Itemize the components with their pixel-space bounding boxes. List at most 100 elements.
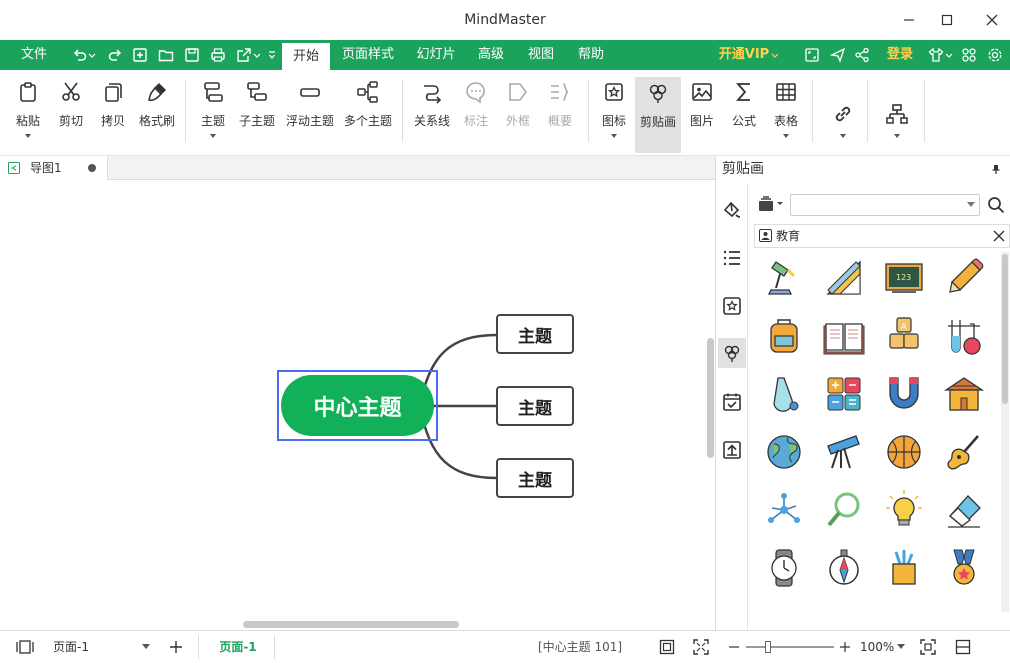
settings-icon[interactable]	[987, 47, 1003, 63]
clipart-bottle[interactable]	[762, 372, 806, 416]
shirt-icon[interactable]	[928, 47, 944, 63]
zoom-slider-thumb[interactable]	[765, 641, 771, 653]
clipart-school[interactable]	[942, 372, 986, 416]
panel-toggle-icon[interactable]	[955, 639, 971, 655]
clipart-blackboard[interactable]: 123	[882, 256, 926, 300]
undo-icon[interactable]	[72, 47, 88, 63]
theme-paint-icon[interactable]	[722, 200, 742, 220]
upload-icon[interactable]	[722, 440, 742, 460]
tab-view[interactable]: 视图	[520, 40, 562, 70]
clipart-magnet[interactable]	[882, 372, 926, 416]
clipart-medal[interactable]	[942, 546, 986, 590]
list-icon[interactable]	[722, 248, 742, 268]
callout-button[interactable]: 标注	[458, 76, 494, 152]
search-icon[interactable]	[987, 196, 1005, 214]
clipart-basketball[interactable]	[882, 430, 926, 474]
clipart-pencil[interactable]	[942, 256, 986, 300]
chevron-down-icon[interactable]	[945, 47, 953, 63]
page-panel-icon[interactable]	[16, 640, 34, 654]
topic-node[interactable]: 主题	[496, 386, 574, 426]
chevron-down-icon[interactable]	[894, 134, 900, 138]
zoom-slider[interactable]	[746, 646, 834, 648]
close-icon[interactable]	[993, 230, 1005, 242]
redo-icon[interactable]	[107, 47, 123, 63]
clipart-ruler-triangle[interactable]	[822, 256, 866, 300]
tab-page-style[interactable]: 页面样式	[336, 40, 400, 70]
maximize-button[interactable]	[935, 8, 959, 32]
topic-node[interactable]: 主题	[496, 458, 574, 498]
clover-icon[interactable]	[722, 343, 742, 363]
relationship-button[interactable]: 关系线	[410, 76, 454, 152]
zoom-level[interactable]: 100%	[860, 631, 894, 663]
boundary-button[interactable]: 外框	[500, 76, 536, 152]
login-button[interactable]: 登录	[882, 40, 918, 70]
clipart-backpack[interactable]	[762, 314, 806, 358]
clipart-guitar[interactable]	[942, 430, 986, 474]
clipart-search-input[interactable]	[790, 194, 980, 216]
tab-home[interactable]: 开始	[282, 43, 330, 70]
zoom-in-icon[interactable]	[839, 640, 851, 654]
clipart-light-bulb[interactable]	[882, 488, 926, 532]
chevron-down-icon[interactable]	[897, 644, 905, 650]
horizontal-scrollbar[interactable]	[243, 621, 459, 628]
new-file-icon[interactable]	[132, 47, 148, 63]
export-icon[interactable]	[236, 47, 252, 63]
clipart-abc-blocks[interactable]: A	[882, 314, 926, 358]
summary-button[interactable]: 概要	[542, 76, 578, 152]
floating-topic-button[interactable]: 浮动主题	[282, 76, 338, 152]
fit-page-icon[interactable]	[659, 639, 675, 655]
library-icon[interactable]	[758, 196, 776, 212]
fit-to-window-icon[interactable]	[920, 639, 936, 655]
chevron-down-icon[interactable]	[771, 47, 779, 63]
star-frame-icon[interactable]	[722, 296, 742, 316]
topic-node[interactable]: 主题	[496, 314, 574, 354]
chevron-down-icon[interactable]	[611, 134, 617, 138]
page-select[interactable]: 页面-1	[48, 637, 152, 657]
clipart-calculator[interactable]	[822, 372, 866, 416]
chevron-down-icon[interactable]	[88, 47, 96, 63]
chevron-down-icon[interactable]	[783, 134, 789, 138]
table-button[interactable]: 表格	[768, 76, 804, 152]
picture-button[interactable]: 图片	[684, 76, 720, 152]
clipart-compass[interactable]	[822, 546, 866, 590]
tab-help[interactable]: 帮助	[570, 40, 612, 70]
clipart-test-tubes[interactable]	[942, 314, 986, 358]
clipart-pencil-cup[interactable]	[882, 546, 926, 590]
fullscreen-icon[interactable]	[693, 639, 709, 655]
unsaved-dot-icon[interactable]	[88, 164, 96, 172]
layout-button[interactable]	[880, 76, 914, 152]
vip-button[interactable]: 开通VIP	[716, 40, 772, 70]
menu-file[interactable]: 文件	[14, 40, 54, 70]
fullscreen-icon[interactable]	[804, 47, 820, 63]
clipart-telescope[interactable]	[822, 430, 866, 474]
central-topic[interactable]: 中心主题	[281, 375, 434, 436]
task-calendar-icon[interactable]	[722, 392, 742, 412]
paste-button[interactable]: 粘贴	[8, 76, 48, 152]
save-icon[interactable]	[184, 47, 200, 63]
quick-access-more-icon[interactable]	[268, 47, 276, 63]
copy-button[interactable]: 拷贝	[94, 76, 132, 152]
clipart-eraser[interactable]	[942, 488, 986, 532]
close-button[interactable]	[980, 8, 1004, 32]
chevron-down-icon[interactable]	[210, 134, 216, 138]
clipart-stopwatch[interactable]	[762, 546, 806, 590]
clipart-button[interactable]: 剪贴画	[635, 77, 681, 153]
panel-scrollbar[interactable]	[1002, 254, 1008, 404]
chevron-down-icon[interactable]	[840, 134, 846, 138]
apps-icon[interactable]	[961, 47, 977, 63]
share-icon[interactable]	[854, 47, 870, 63]
clipart-globe[interactable]	[762, 430, 806, 474]
pin-icon[interactable]	[991, 164, 1001, 174]
add-page-icon[interactable]	[168, 639, 184, 655]
tab-advanced[interactable]: 高级	[470, 40, 512, 70]
chevron-down-icon[interactable]	[253, 47, 261, 63]
open-folder-icon[interactable]	[158, 47, 174, 63]
clipart-desk-lamp[interactable]	[762, 256, 806, 300]
mindmap-canvas[interactable]: 中心主题 主题 主题 主题	[0, 180, 715, 630]
multiple-topics-button[interactable]: 多个主题	[342, 76, 394, 152]
tab-slideshow[interactable]: 幻灯片	[408, 40, 464, 70]
clipart-open-book[interactable]	[822, 314, 866, 358]
page-tab[interactable]: 页面-1	[210, 631, 266, 663]
formula-button[interactable]: 公式	[726, 76, 762, 152]
minimize-button[interactable]	[897, 8, 921, 32]
